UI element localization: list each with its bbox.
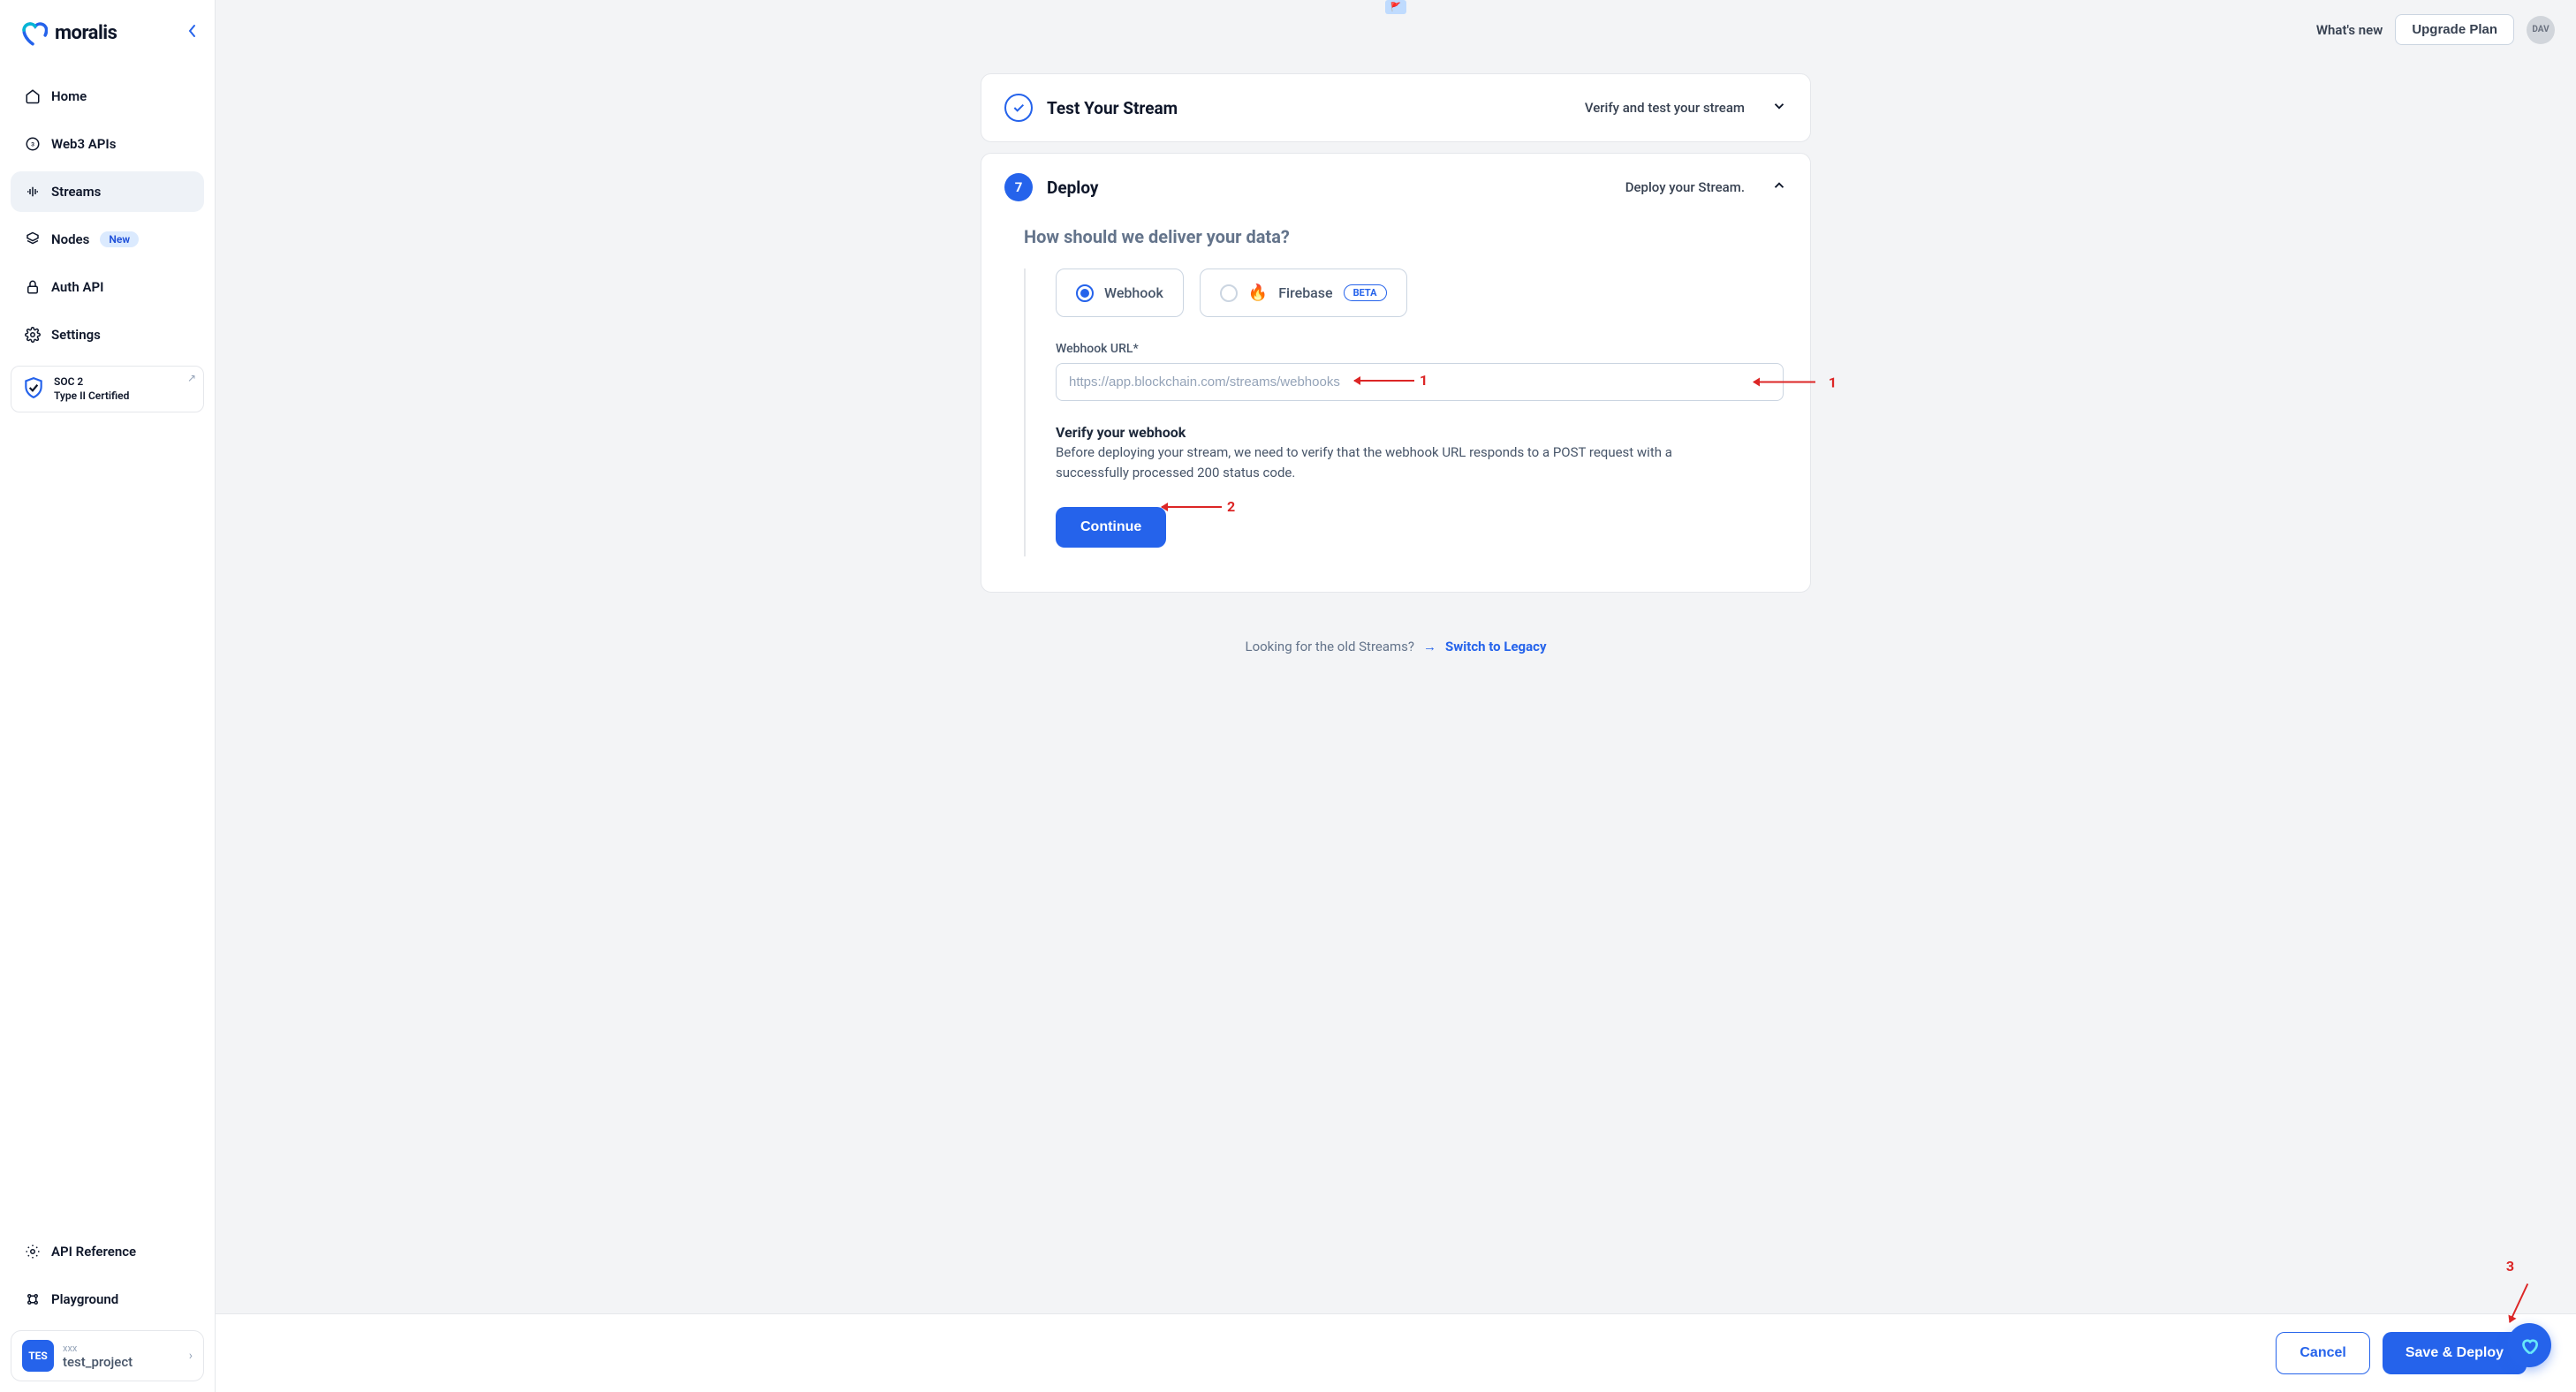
avatar[interactable]: DAV: [2527, 16, 2555, 44]
delivery-option-webhook[interactable]: Webhook: [1056, 269, 1184, 317]
project-small: xxx: [63, 1343, 133, 1354]
step-title: Deploy: [1047, 178, 1098, 198]
playground-icon: [25, 1291, 41, 1307]
webhook-url-label: Webhook URL*: [1056, 342, 1784, 356]
project-name: test_project: [63, 1354, 133, 1370]
help-fab[interactable]: [2507, 1323, 2551, 1367]
soc2-badge[interactable]: SOC 2 Type II Certified ↗: [11, 366, 204, 412]
sidebar-item-label: Home: [51, 88, 87, 104]
step-subtitle: Verify and test your stream: [1585, 100, 1745, 116]
step-deploy-card: 7 Deploy Deploy your Stream. How should …: [981, 153, 1811, 593]
sidebar-item-label: Nodes: [51, 231, 89, 247]
streams-icon: [25, 184, 41, 200]
verify-title: Verify your webhook: [1056, 424, 1784, 441]
step-test-card: Test Your Stream Verify and test your st…: [981, 73, 1811, 142]
radio-selected: [1076, 284, 1094, 302]
logo-text: moralis: [55, 22, 117, 44]
step-deploy-header[interactable]: 7 Deploy Deploy your Stream.: [981, 154, 1810, 221]
lock-icon: [25, 279, 41, 295]
api-icon: 3: [25, 136, 41, 152]
sidebar-item-playground[interactable]: Playground: [11, 1279, 204, 1320]
project-switcher[interactable]: TES xxx test_project ›: [11, 1330, 204, 1381]
sidebar-item-settings[interactable]: Settings: [11, 314, 204, 355]
chevron-down-icon: [1771, 98, 1787, 117]
annotation-2: 2: [1162, 498, 1235, 515]
step-test-header[interactable]: Test Your Stream Verify and test your st…: [981, 74, 1810, 141]
switch-to-legacy-link[interactable]: Switch to Legacy: [1445, 639, 1547, 654]
home-icon: [25, 88, 41, 104]
moralis-logo-icon: [18, 18, 48, 48]
sidebar-item-label: Streams: [51, 184, 101, 200]
legacy-row: Looking for the old Streams? → Switch to…: [981, 639, 1811, 672]
firebase-icon: 🔥: [1248, 284, 1268, 302]
chevron-left-icon: [188, 24, 197, 38]
upgrade-plan-button[interactable]: Upgrade Plan: [2395, 14, 2514, 45]
chevron-up-icon: [1771, 178, 1787, 197]
radio-label: Firebase: [1278, 284, 1332, 301]
logo[interactable]: moralis: [18, 18, 117, 48]
sidebar-collapse-button[interactable]: [188, 24, 197, 42]
chevron-right-icon: ›: [189, 1349, 193, 1363]
gear-icon: [25, 327, 41, 343]
nodes-icon: [25, 231, 41, 247]
soc2-line1: SOC 2: [54, 375, 129, 390]
svg-text:3: 3: [31, 140, 34, 148]
beta-badge: BETA: [1344, 284, 1387, 301]
sidebar-item-label: API Reference: [51, 1244, 136, 1260]
delivery-option-firebase[interactable]: 🔥 Firebase BETA: [1200, 269, 1407, 317]
section-heading: How should we deliver your data?: [1024, 226, 1784, 247]
radio-unselected: [1220, 284, 1238, 302]
sidebar-item-label: Playground: [51, 1291, 118, 1307]
legacy-question: Looking for the old Streams?: [1245, 639, 1414, 654]
sidebar-item-label: Auth API: [51, 279, 103, 295]
code-icon: [25, 1244, 41, 1260]
save-deploy-button[interactable]: Save & Deploy: [2383, 1332, 2527, 1374]
continue-button[interactable]: Continue: [1056, 507, 1166, 548]
sidebar-item-auth-api[interactable]: Auth API: [11, 267, 204, 307]
sidebar: moralis Home 3 Web3 APIs Streams Nodes: [0, 0, 216, 1392]
sidebar-item-label: Settings: [51, 327, 101, 343]
badge-new: New: [100, 231, 139, 247]
external-link-icon: ↗: [187, 372, 196, 384]
arrow-right-icon: →: [1423, 639, 1436, 654]
topbar: 🚩 What's new Upgrade Plan DAV: [216, 0, 2576, 45]
sidebar-item-streams[interactable]: Streams: [11, 171, 204, 212]
check-circle-icon: [1004, 94, 1033, 122]
sidebar-item-nodes[interactable]: Nodes New: [11, 219, 204, 260]
radio-label: Webhook: [1104, 284, 1163, 301]
sidebar-item-web3-apis[interactable]: 3 Web3 APIs: [11, 124, 204, 164]
sidebar-item-api-reference[interactable]: API Reference: [11, 1231, 204, 1272]
cancel-button[interactable]: Cancel: [2276, 1332, 2369, 1374]
step-number: 7: [1004, 173, 1033, 201]
shield-check-icon: [22, 376, 45, 403]
project-badge: TES: [22, 1340, 54, 1372]
flag-icon[interactable]: 🚩: [1385, 0, 1406, 14]
sidebar-item-home[interactable]: Home: [11, 76, 204, 117]
verify-description: Before deploying your stream, we need to…: [1056, 443, 1745, 482]
step-title: Test Your Stream: [1047, 98, 1178, 118]
whats-new-link[interactable]: What's new: [2316, 22, 2383, 38]
webhook-url-input[interactable]: [1056, 363, 1784, 401]
soc2-line2: Type II Certified: [54, 390, 129, 404]
sidebar-item-label: Web3 APIs: [51, 136, 116, 152]
footer-bar: 3 Cancel Save & Deploy: [216, 1313, 2576, 1392]
moralis-heart-icon: [2518, 1334, 2541, 1357]
step-subtitle: Deploy your Stream.: [1625, 179, 1745, 195]
